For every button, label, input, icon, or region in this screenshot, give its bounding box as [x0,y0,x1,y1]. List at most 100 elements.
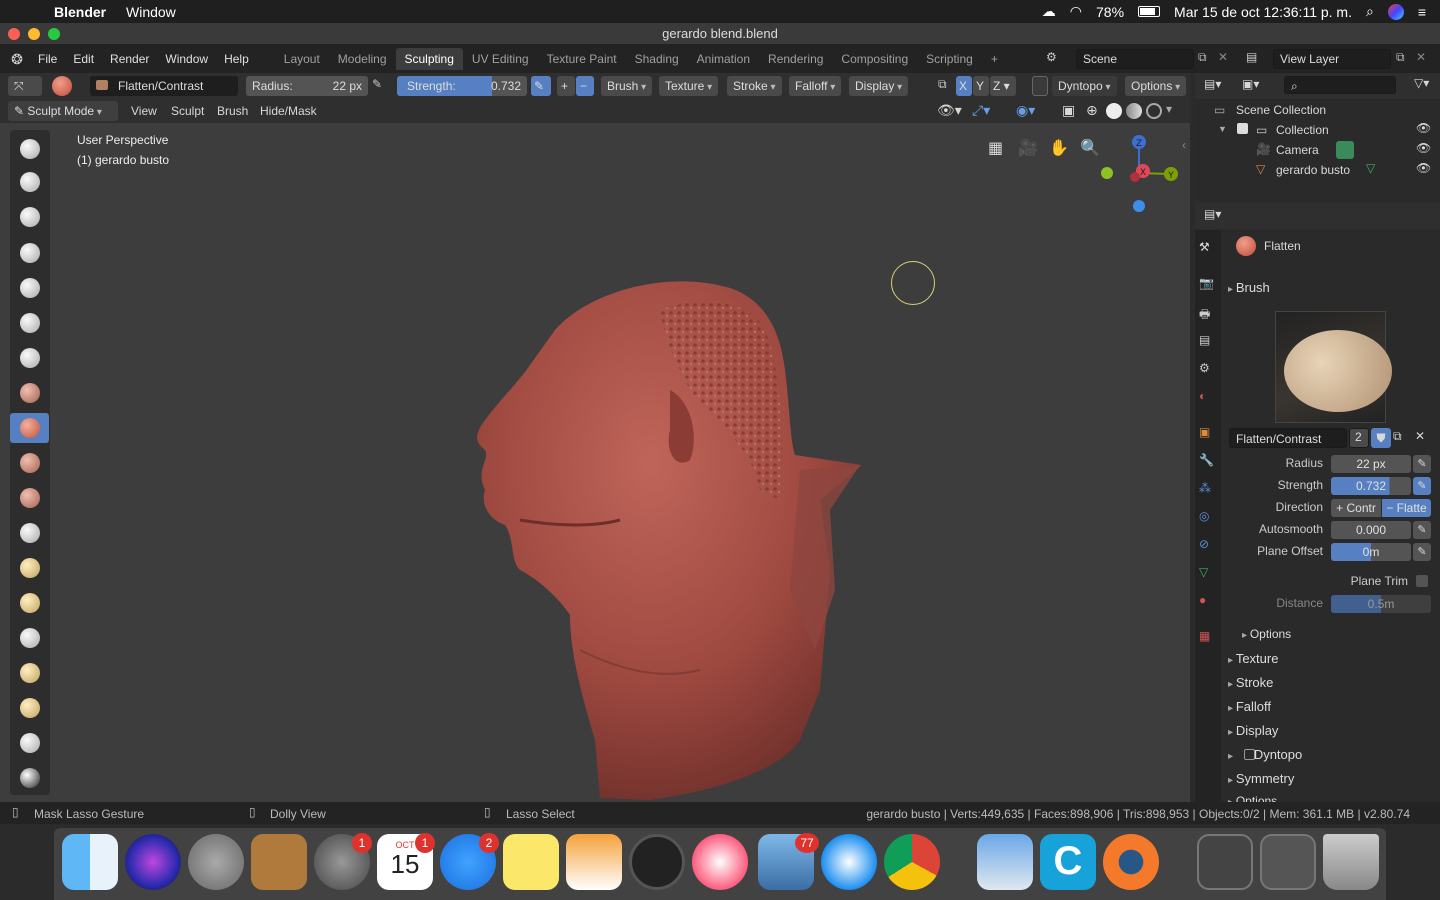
display-menu[interactable]: Display [849,76,909,96]
close-window-button[interactable] [8,28,20,40]
radius-field[interactable]: Radius: 22 px [246,76,368,96]
falloff-section[interactable]: Falloff [1228,699,1271,714]
pan-hand-icon[interactable]: ✋ [1049,138,1069,158]
outliner-camera[interactable]: Camera [1276,143,1319,157]
outliner-gerardo-busto[interactable]: gerardo busto [1276,163,1350,177]
output-tab-icon[interactable]: 🖶 [1199,305,1217,323]
radius-pressure-toggle[interactable]: ✎ [1413,455,1431,473]
collection-checkbox[interactable] [1237,123,1248,134]
outliner-scene-collection[interactable]: Scene Collection [1236,103,1326,117]
mesh-data-icon[interactable]: ▽ [1366,161,1375,175]
preview-icon[interactable] [977,834,1033,890]
filter-icon[interactable]: ▽▾ [1414,76,1429,90]
view-menu[interactable]: View [131,104,157,118]
modifier-tab-icon[interactable]: 🔧 [1199,453,1217,471]
sculpt-menu[interactable]: Sculpt [171,104,204,118]
tool-simplify[interactable] [14,728,46,758]
xray-icon[interactable]: ▣ [1062,102,1075,119]
overlays-icon[interactable]: ◉▾ [1016,102,1035,119]
menu-render[interactable]: Render [102,52,157,66]
siri-dock-icon[interactable] [125,834,181,890]
scene-icon[interactable]: ⚙ [1046,50,1057,64]
scene-field[interactable]: Scene [1076,49,1194,69]
dyntopo-checkbox[interactable] [1032,76,1048,96]
notes-icon[interactable] [503,834,559,890]
siri-icon[interactable] [1387,3,1404,20]
brush-datablock-name[interactable]: Flatten/Contrast [1229,428,1347,448]
tab-scripting[interactable]: Scripting [917,48,982,70]
render-tab-icon[interactable]: 📷 [1199,276,1217,294]
view-layer-icon[interactable]: ▤ [1246,50,1257,64]
autosmooth-value[interactable]: 0.000 [1331,521,1411,539]
chrome-icon[interactable] [884,834,940,890]
strength-pressure-icon[interactable]: ✎ [531,76,551,96]
menu-edit[interactable]: Edit [65,52,102,66]
tool-mask[interactable] [14,763,46,793]
tool-thumb[interactable] [14,623,46,653]
fake-user-shield-icon[interactable]: ⛊ [1371,428,1391,448]
radius-value[interactable]: 22 px [1331,455,1411,473]
world-tab-icon[interactable]: ◐ [1199,389,1217,407]
shading-options-icon[interactable]: ▾ [1166,102,1172,116]
collapse-arrow-icon[interactable]: ▼ [1218,124,1227,134]
battery-icon[interactable] [1138,6,1161,17]
object-tab-icon[interactable]: ▣ [1199,425,1217,443]
symmetry-x-toggle[interactable]: X [956,76,972,96]
solid-shading-icon[interactable] [1106,103,1122,119]
stroke-menu[interactable]: Stroke [727,76,782,96]
material-tab-icon[interactable]: ● [1199,593,1217,611]
cisco-webex-icon[interactable]: C [1040,834,1096,890]
outliner-collection[interactable]: Collection [1276,123,1329,137]
tab-sculpting[interactable]: Sculpting [395,48,463,70]
display-mode-icon[interactable]: ▣▾ [1242,77,1259,91]
tool-inflate[interactable] [14,273,46,303]
tab-modeling[interactable]: Modeling [329,48,396,70]
display-section[interactable]: Display [1228,723,1279,738]
minimize-window-button[interactable] [28,28,40,40]
direction-flatten-button[interactable]: − Flatte [1382,499,1431,517]
pages-icon[interactable] [566,834,622,890]
brush-section-header[interactable]: Brush [1228,280,1270,295]
dyntopo-section[interactable]: Dyntopo [1228,747,1302,762]
texture-section[interactable]: Texture [1228,651,1279,666]
direction-add-button[interactable]: + [557,76,575,96]
tool-grab[interactable] [14,553,46,583]
physics-tab-icon[interactable]: ◎ [1199,509,1217,527]
brush-menu[interactable]: Brush [601,76,653,96]
safari-icon[interactable] [821,834,877,890]
app-menu[interactable]: Blender [54,4,106,20]
editor-type-button[interactable]: ⤧ [8,76,42,96]
scene-tab-icon[interactable]: ⚙ [1199,361,1217,379]
strength-value[interactable]: 0.732 [1331,477,1411,495]
tool-crease[interactable] [14,343,46,373]
strength-pressure-toggle[interactable]: ✎ [1413,477,1431,495]
tab-animation[interactable]: Animation [688,48,759,70]
recent-window-1-icon[interactable] [1197,834,1253,890]
tab-texture-paint[interactable]: Texture Paint [538,48,626,70]
creative-cloud-icon[interactable]: ☁ [1042,3,1056,20]
menu-file[interactable]: File [30,52,65,66]
symmetry-icon[interactable]: ⧉ [938,77,947,92]
symmetry-y-toggle[interactable]: Y [973,76,989,96]
mesh-data-tab-icon[interactable]: ▽ [1199,565,1217,583]
clock[interactable]: Mar 15 de oct 12:36:11 p. m. [1174,4,1352,20]
perspective-toggle-icon[interactable]: ▦ [988,138,1003,158]
constraints-tab-icon[interactable]: ⊘ [1199,537,1217,555]
tool-scrape[interactable] [14,483,46,513]
blender-logo-icon[interactable]: ❂ [4,51,30,68]
particles-tab-icon[interactable]: ⁂ [1199,481,1217,499]
unlink-brush-icon[interactable]: ✕ [1415,429,1425,443]
plane-trim-checkbox[interactable] [1416,575,1428,587]
tab-rendering[interactable]: Rendering [759,48,832,70]
axis-gizmo[interactable]: Z X Y [1095,130,1185,220]
delete-scene-icon[interactable]: ✕ [1218,50,1228,64]
mode-selector[interactable]: ✎ Sculpt Mode [8,101,118,121]
plane-offset-value[interactable]: 0m [1331,543,1411,561]
tab-shading[interactable]: Shading [626,48,688,70]
options-section[interactable]: Options [1228,794,1277,802]
options-menu[interactable]: Options [1125,76,1187,96]
clock-app-icon[interactable] [629,834,685,890]
tool-pinch[interactable] [14,518,46,548]
collection-visibility-icon[interactable]: 👁 [1416,121,1431,135]
tool-smooth[interactable] [14,378,46,408]
